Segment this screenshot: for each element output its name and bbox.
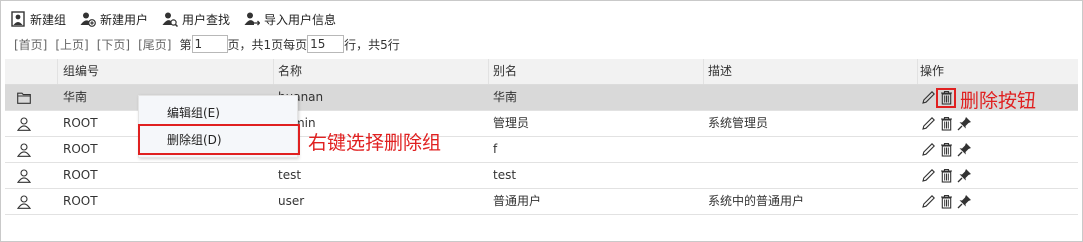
new-group-label: 新建组 [30,12,67,27]
import-users-label: 导入用户信息 [264,12,337,27]
row-name: huanan [278,90,324,104]
right-click-delete-annotation: 右键选择删除组 [308,132,442,154]
person-icon [17,163,47,188]
pin-icon[interactable] [956,116,972,132]
new-user-label: 新建用户 [100,12,149,27]
row-group-id: ROOT [63,194,98,208]
row-alias: test [493,168,517,182]
pagination: [首页] [上页] [下页] [尾页] 第 页，共1页每页 行，共5行 [14,34,400,54]
row-operations [920,137,1070,162]
new-group-button[interactable]: 新建组 [10,11,66,28]
row-alias: f [493,142,498,156]
header-description: 描述 [708,64,733,78]
first-page-link[interactable]: [首页] [14,36,47,53]
edit-group-menu-item[interactable]: 编辑组(E) [139,100,299,126]
row-description [708,85,918,110]
table-row[interactable]: ROOT user 普通用户 系统中的普通用户 [5,189,1078,215]
table-row[interactable]: ROOT test test [5,163,1078,189]
pencil-icon[interactable] [920,116,936,132]
row-operations [920,189,1070,214]
user-search-label: 用户查找 [182,12,231,27]
header-alias: 别名 [493,64,518,78]
row-group-id: ROOT [63,168,98,182]
pin-icon[interactable] [956,194,972,210]
row-alias: 管理员 [493,116,530,130]
pencil-icon[interactable] [920,142,936,158]
last-page-link[interactable]: [尾页] [138,36,171,53]
pin-icon[interactable] [956,142,972,158]
context-menu: 编辑组(E) 删除组(D) [138,95,298,158]
table-header: 组编号 名称 别名 描述 操作 [5,59,1078,85]
page-suffix: 页，共1页每页 [227,37,308,52]
row-description [708,163,918,188]
person-icon [17,111,47,136]
person-icon [17,137,47,162]
trash-icon[interactable] [938,116,954,132]
delete-group-menu-item[interactable]: 删除组(D) [139,127,299,153]
row-description: 系统中的普通用户 [708,194,805,208]
header-name: 名称 [278,64,303,78]
new-user-button[interactable]: 新建用户 [80,11,148,28]
user-search-button[interactable]: 用户查找 [162,11,230,28]
page-number-input[interactable] [191,35,228,53]
total-rows-text: 行，共5行 [344,37,400,52]
page-prefix: 第 [179,37,192,52]
user-plus-icon [80,11,96,27]
next-page-link[interactable]: [下页] [97,36,130,53]
row-description: 系统管理员 [708,116,769,130]
row-operations [920,163,1070,188]
delete-button-annotation: 删除按钮 [960,90,1037,112]
row-description [708,137,918,162]
trash-icon[interactable] [938,168,954,184]
page-size-input[interactable] [307,35,345,53]
pencil-icon[interactable] [920,168,936,184]
user-import-icon [244,11,261,27]
trash-icon[interactable] [936,87,956,108]
row-name: test [278,168,302,182]
trash-icon[interactable] [938,194,954,210]
row-alias: 普通用户 [493,194,542,208]
header-operations: 操作 [920,64,945,78]
import-users-button[interactable]: 导入用户信息 [244,11,336,28]
toolbar: 新建组 新建用户 用户查找 导入用户信息 [10,9,350,29]
trash-icon[interactable] [938,142,954,158]
person-icon [17,189,47,214]
pin-icon[interactable] [956,168,972,184]
row-alias: 华南 [493,90,518,104]
user-square-icon [10,11,26,27]
prev-page-link[interactable]: [上页] [55,36,88,53]
user-search-icon [162,11,179,27]
folder-icon [17,85,47,110]
header-group-id: 组编号 [63,64,100,78]
pencil-icon[interactable] [920,194,936,210]
pencil-icon[interactable] [920,90,936,106]
row-operations [920,111,1070,136]
row-name: user [278,194,305,208]
